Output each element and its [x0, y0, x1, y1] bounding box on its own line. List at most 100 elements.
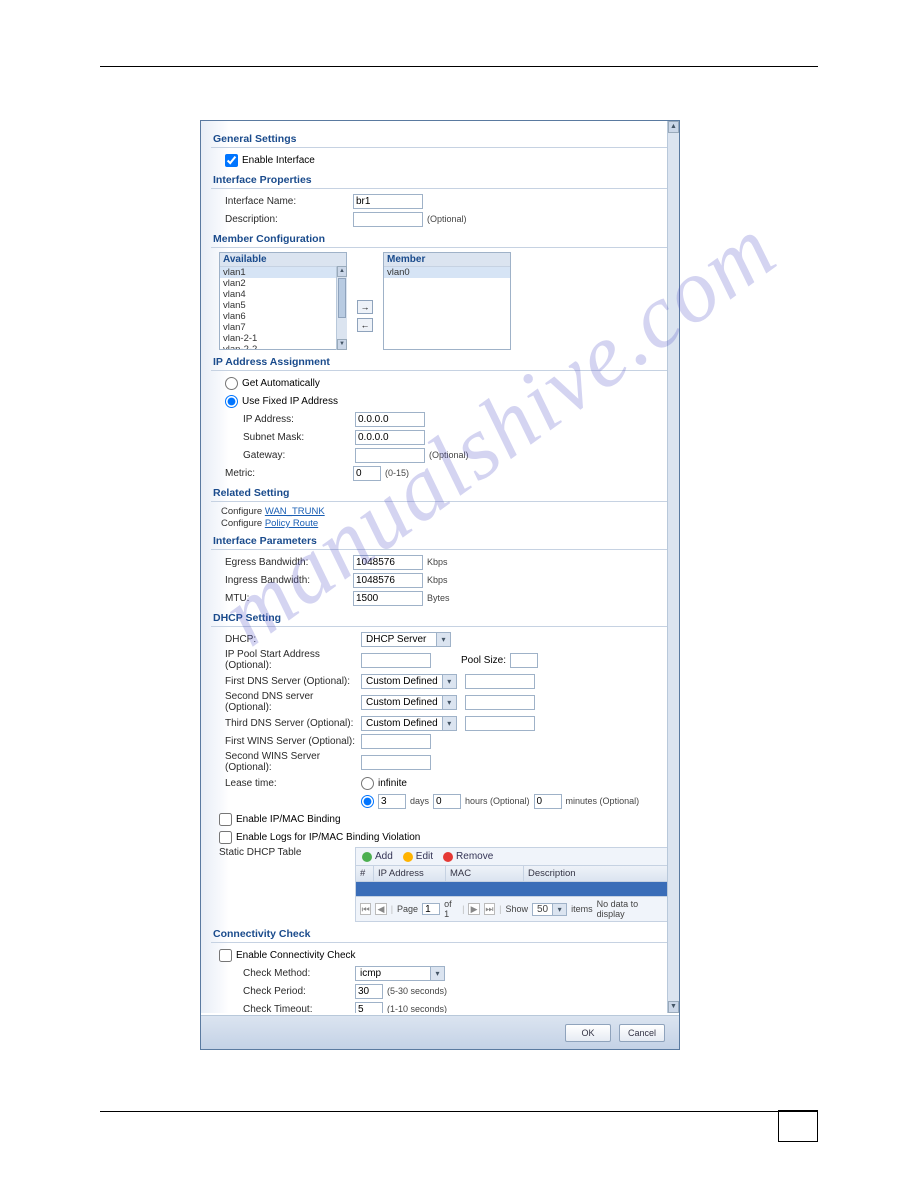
pool-start-label: IP Pool Start Address (Optional):	[225, 649, 361, 671]
wins1-input[interactable]	[361, 734, 431, 749]
configure-label: Configure	[221, 506, 265, 517]
static-table-label: Static DHCP Table	[219, 847, 355, 858]
description-input[interactable]	[353, 212, 423, 227]
list-item[interactable]: vlan4	[220, 289, 346, 300]
dns3-select[interactable]: Custom Defined▾	[361, 716, 457, 731]
col-ip[interactable]: IP Address	[374, 866, 446, 881]
chevron-down-icon[interactable]: ▾	[442, 675, 456, 688]
use-fixed-radio[interactable]	[225, 395, 238, 408]
chevron-down-icon[interactable]: ▾	[552, 904, 566, 915]
page-input[interactable]	[422, 903, 440, 915]
dns2-input[interactable]	[465, 695, 535, 710]
kbps-label: Kbps	[427, 557, 448, 567]
lease-infinite-radio[interactable]	[361, 777, 374, 790]
dns1-input[interactable]	[465, 674, 535, 689]
method-select[interactable]: icmp▾	[355, 966, 445, 981]
list-item[interactable]: vlan7	[220, 322, 346, 333]
get-auto-radio[interactable]	[225, 377, 238, 390]
scroll-up-icon[interactable]: ▲	[337, 266, 347, 277]
list-item[interactable]: vlan6	[220, 311, 346, 322]
cancel-button[interactable]: Cancel	[619, 1024, 665, 1042]
list-item[interactable]: vlan0	[384, 267, 510, 278]
mtu-input[interactable]	[353, 591, 423, 606]
ip-input[interactable]	[355, 412, 425, 427]
table-row[interactable]	[356, 882, 668, 896]
scroll-up-icon[interactable]: ▲	[668, 121, 679, 133]
list-item[interactable]: vlan-2-2	[220, 344, 346, 350]
chevron-down-icon[interactable]: ▾	[442, 717, 456, 730]
scroll-down-icon[interactable]: ▼	[337, 339, 347, 350]
hours-input[interactable]	[433, 794, 461, 809]
days-input[interactable]	[378, 794, 406, 809]
infinite-label: infinite	[378, 778, 407, 789]
list-item[interactable]: vlan2	[220, 278, 346, 289]
lease-custom-radio[interactable]	[361, 795, 374, 808]
period-input[interactable]	[355, 984, 383, 999]
remove-button[interactable]: Remove	[443, 851, 493, 862]
egress-input[interactable]	[353, 555, 423, 570]
wins2-input[interactable]	[361, 755, 431, 770]
dns3-input[interactable]	[465, 716, 535, 731]
section-dhcp: DHCP Setting	[213, 612, 669, 624]
enable-conn-checkbox[interactable]	[219, 949, 232, 962]
lease-label: Lease time:	[225, 778, 361, 789]
list-item[interactable]: vlan5	[220, 300, 346, 311]
no-data-label: No data to display	[597, 899, 664, 919]
chevron-down-icon[interactable]: ▾	[436, 633, 450, 646]
mask-label: Subnet Mask:	[243, 432, 355, 443]
add-button[interactable]: Add	[362, 851, 393, 862]
list-item[interactable]: vlan1	[220, 267, 346, 278]
prev-page-icon[interactable]: ◀	[375, 903, 386, 915]
metric-input[interactable]	[353, 466, 381, 481]
col-num[interactable]: #	[356, 866, 374, 881]
timeout-input[interactable]	[355, 1002, 383, 1014]
minutes-input[interactable]	[534, 794, 562, 809]
listbox-scrollbar[interactable]: ▲ ▼	[336, 266, 347, 350]
divider	[211, 549, 669, 550]
gw-input[interactable]	[355, 448, 425, 463]
next-page-icon[interactable]: ▶	[468, 903, 479, 915]
timeout-hint: (1-10 seconds)	[387, 1004, 447, 1013]
chevron-down-icon[interactable]: ▾	[442, 696, 456, 709]
move-right-button[interactable]: →	[357, 300, 373, 314]
ingress-input[interactable]	[353, 573, 423, 588]
gw-label: Gateway:	[243, 450, 355, 461]
pool-start-input[interactable]	[361, 653, 431, 668]
edit-icon	[403, 852, 413, 862]
dialog-scrollbar[interactable]: ▲ ▼	[667, 121, 679, 1013]
scroll-thumb[interactable]	[338, 278, 346, 318]
wan-trunk-link[interactable]: WAN_TRUNK	[265, 506, 325, 517]
dialog-body: General Settings Enable Interface Interf…	[201, 121, 679, 1013]
dhcp-select[interactable]: DHCP Server▾	[361, 632, 451, 647]
edit-button[interactable]: Edit	[403, 851, 433, 862]
mtu-label: MTU:	[225, 593, 353, 604]
mask-input[interactable]	[355, 430, 425, 445]
policy-route-link[interactable]: Policy Route	[265, 518, 318, 529]
ip-label: IP Address:	[243, 414, 355, 425]
iface-name-input[interactable]	[353, 194, 423, 209]
dns2-select[interactable]: Custom Defined▾	[361, 695, 457, 710]
enable-interface-checkbox[interactable]	[225, 154, 238, 167]
member-listbox[interactable]: Member vlan0	[383, 252, 511, 350]
section-iface-params: Interface Parameters	[213, 535, 669, 547]
section-conn: Connectivity Check	[213, 928, 669, 940]
last-page-icon[interactable]: ⏭	[484, 903, 495, 915]
chevron-down-icon[interactable]: ▾	[430, 967, 444, 980]
kbps-label: Kbps	[427, 575, 448, 585]
timeout-label: Check Timeout:	[243, 1004, 355, 1014]
ok-button[interactable]: OK	[565, 1024, 611, 1042]
show-select[interactable]: 50▾	[532, 903, 567, 916]
dns1-label: First DNS Server (Optional):	[225, 676, 361, 687]
col-desc[interactable]: Description	[524, 866, 668, 881]
col-mac[interactable]: MAC	[446, 866, 524, 881]
dns1-select[interactable]: Custom Defined▾	[361, 674, 457, 689]
move-left-button[interactable]: ←	[357, 318, 373, 332]
available-listbox[interactable]: Available vlan1 vlan2 vlan4 vlan5 vlan6 …	[219, 252, 347, 350]
pool-size-input[interactable]	[510, 653, 538, 668]
list-item[interactable]: vlan-2-1	[220, 333, 346, 344]
enable-binding-checkbox[interactable]	[219, 813, 232, 826]
enable-logs-checkbox[interactable]	[219, 831, 232, 844]
scroll-down-icon[interactable]: ▼	[668, 1001, 679, 1013]
first-page-icon[interactable]: ⏮	[360, 903, 371, 915]
optional-hint: (Optional)	[427, 214, 467, 224]
